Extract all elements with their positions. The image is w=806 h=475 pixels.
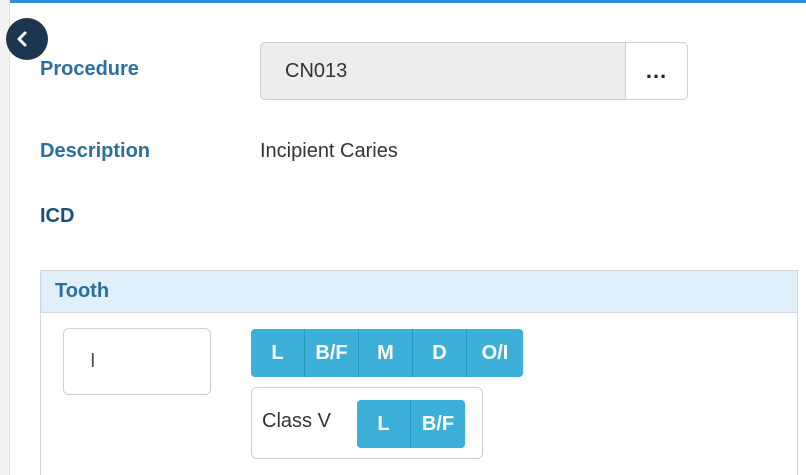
surface-l-button[interactable]: L (251, 329, 305, 377)
surface-d-button[interactable]: D (413, 329, 467, 377)
class-v-bf-button[interactable]: B/F (411, 400, 465, 448)
icd-label: ICD (40, 205, 75, 227)
tooth-value: I (90, 350, 96, 372)
description-value: Incipient Caries (260, 140, 398, 162)
top-border (0, 0, 806, 3)
procedure-label: Procedure (40, 58, 139, 80)
class-v-l-button[interactable]: L (357, 400, 411, 448)
procedure-lookup-button[interactable]: ... (625, 42, 688, 100)
class-v-group: Class V L B/F (251, 387, 483, 459)
surface-m-button[interactable]: M (359, 329, 413, 377)
tooth-field[interactable]: I (63, 328, 211, 395)
back-button[interactable] (6, 18, 48, 60)
side-panel-edge (0, 0, 10, 475)
surface-bf-button[interactable]: B/F (305, 329, 359, 377)
procedure-field[interactable]: CN013 (260, 42, 626, 100)
class-v-button-group: L B/F (357, 400, 465, 448)
class-v-label: Class V (262, 410, 331, 432)
description-label: Description (40, 140, 151, 162)
procedure-value: CN013 (285, 59, 348, 82)
chevron-left-icon (17, 31, 27, 47)
surface-oi-button[interactable]: O/I (467, 329, 523, 377)
tooth-header: Tooth (41, 271, 797, 313)
surface-button-group: L B/F M D O/I (251, 329, 523, 377)
tooth-panel: Tooth I L B/F M D O/I Class V L B/F (40, 270, 798, 475)
